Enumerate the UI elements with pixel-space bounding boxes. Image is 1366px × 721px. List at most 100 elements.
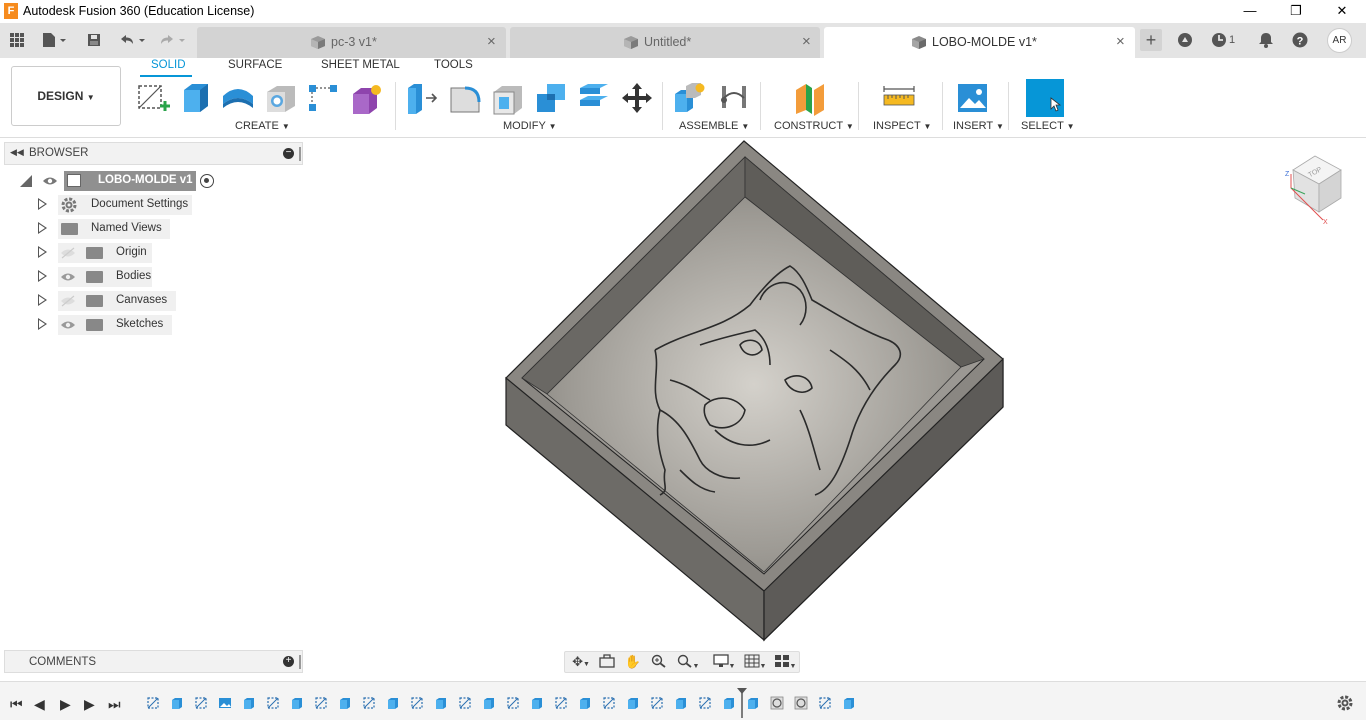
combine-icon[interactable] [533,80,567,116]
file-menu-icon[interactable] [38,29,70,51]
offset-plane-icon[interactable] [792,80,826,116]
job-status-icon[interactable]: 1 [1208,29,1238,51]
browser-item-document-settings[interactable]: Document Settings [38,195,198,215]
timeline-extrude-icon[interactable] [722,696,736,710]
browser-item-origin[interactable]: Origin [38,243,198,263]
activate-radio-icon[interactable] [200,174,214,188]
timeline-marker[interactable] [737,688,747,718]
timeline-sketch-icon[interactable] [506,696,520,710]
measure-icon[interactable] [881,80,915,116]
timeline-sketch-icon[interactable] [458,696,472,710]
look-at-icon[interactable] [597,654,617,670]
undo-icon[interactable] [116,29,148,51]
timeline-sketch-icon[interactable] [554,696,568,710]
timeline-extrude-icon[interactable] [530,696,544,710]
press-pull-icon[interactable] [404,80,438,116]
timeline-extrude-icon[interactable] [386,696,400,710]
timeline-hole-icon[interactable] [794,696,808,710]
step-back-icon[interactable]: ◀ [34,696,45,713]
create-form-icon[interactable] [349,80,383,116]
display-settings-icon[interactable]: ▼ [709,654,739,670]
collapse-triangle-icon[interactable] [20,175,32,187]
tab-surface[interactable]: SURFACE [228,59,282,75]
save-icon[interactable] [84,29,104,51]
fit-icon[interactable]: ▼ [673,654,703,670]
group-assemble[interactable]: ASSEMBLE ▼ [679,120,749,132]
select-tool-icon[interactable] [1026,79,1064,117]
close-tab-icon[interactable]: × [1116,33,1125,50]
timeline-canvas-icon[interactable] [218,696,232,710]
tab-tools[interactable]: TOOLS [434,59,473,75]
timeline-sketch-icon[interactable] [314,696,328,710]
timeline-extrude-icon[interactable] [746,696,760,710]
browser-item-canvases[interactable]: Canvases [38,291,198,311]
group-select[interactable]: SELECT ▼ [1021,120,1075,132]
timeline-hole-icon[interactable] [770,696,784,710]
group-construct[interactable]: CONSTRUCT ▼ [774,120,854,132]
tab-sheet-metal[interactable]: SHEET METAL [321,59,400,75]
play-icon[interactable]: ▶ [60,696,71,713]
timeline-extrude-icon[interactable] [626,696,640,710]
align-icon[interactable] [576,80,610,116]
timeline-extrude-icon[interactable] [842,696,856,710]
minimize-panel-icon[interactable]: − [283,148,294,159]
timeline-extrude-icon[interactable] [242,696,256,710]
visibility-eye-icon[interactable] [60,271,76,286]
timeline-extrude-icon[interactable] [338,696,352,710]
timeline-extrude-icon[interactable] [578,696,592,710]
timeline-extrude-icon[interactable] [674,696,688,710]
hidden-eye-icon[interactable] [60,295,76,310]
fillet-icon[interactable] [447,80,481,116]
group-inspect[interactable]: INSPECT ▼ [873,120,931,132]
go-to-start-icon[interactable]: ⏮ [10,696,23,713]
timeline-sketch-icon[interactable] [410,696,424,710]
restore-button[interactable]: ❐ [1273,0,1319,23]
extrude-icon[interactable] [178,80,212,116]
joint-icon[interactable] [716,80,750,116]
timeline-settings-gear-icon[interactable] [1336,694,1354,715]
pan-hand-icon[interactable]: ✋ [623,654,643,670]
timeline-extrude-icon[interactable] [482,696,496,710]
group-insert[interactable]: INSERT ▼ [953,120,1004,132]
timeline-sketch-icon[interactable] [650,696,664,710]
orbit-icon[interactable]: ✥▼ [567,654,595,670]
panel-resize-handle[interactable] [299,655,301,669]
step-forward-icon[interactable]: ▶ [84,696,95,713]
viewports-icon[interactable]: ▼ [771,654,799,670]
create-sketch-icon[interactable] [135,80,170,116]
shell-icon[interactable] [490,80,524,116]
new-component-icon[interactable] [672,80,706,116]
browser-item-named-views[interactable]: Named Views [38,219,198,239]
insert-canvas-icon[interactable] [955,80,989,116]
tab-document-2[interactable]: Untitled* × [510,27,820,58]
minimize-button[interactable]: — [1227,0,1273,23]
collapse-panel-icon[interactable]: ◀◀ [10,147,24,158]
data-panel-icon[interactable] [1174,29,1196,51]
timeline-sketch-icon[interactable] [602,696,616,710]
apps-grid-icon[interactable] [6,29,28,51]
workspace-switcher-button[interactable]: DESIGN ▼ [11,66,121,126]
close-tab-icon[interactable]: × [802,33,811,50]
redo-icon[interactable] [156,29,188,51]
add-comment-icon[interactable]: + [283,656,294,667]
tab-solid[interactable]: SOLID [151,59,186,75]
group-create[interactable]: CREATE ▼ [235,120,290,132]
new-tab-icon[interactable]: + [1140,29,1162,51]
timeline-sketch-icon[interactable] [698,696,712,710]
panel-resize-handle[interactable] [299,147,301,161]
revolve-icon[interactable] [220,80,254,116]
group-modify[interactable]: MODIFY ▼ [503,120,557,132]
pattern-icon[interactable] [306,80,340,116]
move-icon[interactable] [619,80,653,116]
hole-icon[interactable] [263,80,297,116]
grid-settings-icon[interactable]: ▼ [741,654,769,670]
3d-model-mold[interactable] [490,135,1020,645]
timeline-extrude-icon[interactable] [434,696,448,710]
timeline-sketch-icon[interactable] [146,696,160,710]
visibility-eye-icon[interactable] [60,319,76,334]
go-to-end-icon[interactable]: ⏭ [108,696,121,713]
timeline-sketch-icon[interactable] [818,696,832,710]
zoom-icon[interactable] [649,654,669,670]
close-tab-icon[interactable]: × [487,33,496,50]
viewcube[interactable]: TOP Z X [1283,154,1345,226]
